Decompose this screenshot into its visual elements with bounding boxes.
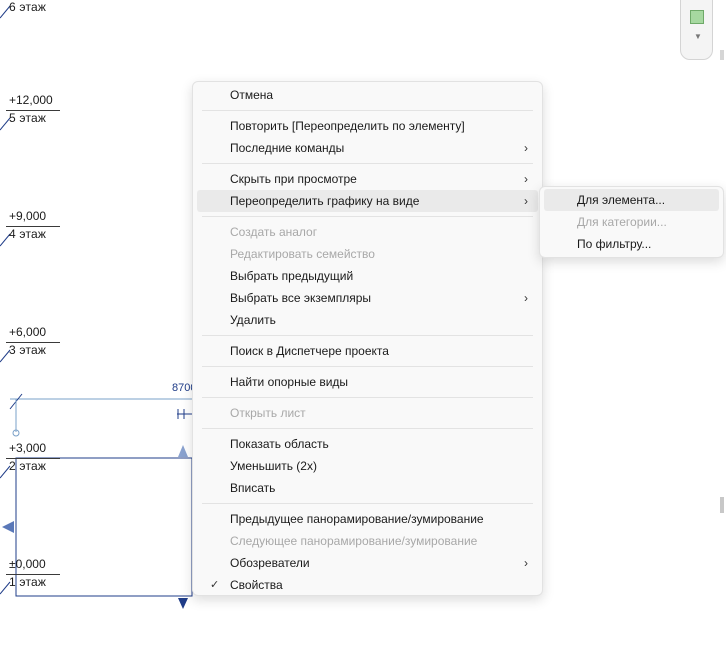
menu-item-label: Повторить [Переопределить по элементу] [230, 119, 465, 133]
menu-separator [202, 335, 533, 336]
menu-item-browsers[interactable]: Обозреватели › [197, 552, 538, 574]
menu-item-label: Выбрать предыдущий [230, 269, 354, 283]
menu-item-label: Удалить [230, 313, 276, 327]
menu-item-select-all-instances[interactable]: Выбрать все экземпляры › [197, 287, 538, 309]
menu-item-label: Редактировать семейство [230, 247, 375, 261]
level-2[interactable]: +3,000 2 этаж [0, 441, 70, 481]
scrollbar-thumb[interactable] [720, 497, 724, 513]
menu-separator [202, 110, 533, 111]
menu-separator [202, 366, 533, 367]
menu-item-next-pan-zoom: Следующее панорамирование/зумирование [197, 530, 538, 552]
menu-item-override-graphics[interactable]: Переопределить графику на виде › [197, 190, 538, 212]
menu-item-recent-commands[interactable]: Последние команды › [197, 137, 538, 159]
menu-item-previous-pan-zoom[interactable]: Предыдущее панорамирование/зумирование [197, 508, 538, 530]
menu-item-label: Выбрать все экземпляры [230, 291, 372, 305]
menu-item-label: Переопределить графику на виде [230, 194, 420, 208]
level-name: 2 этаж [9, 459, 47, 473]
menu-item-cancel[interactable]: Отмена [197, 84, 538, 106]
chevron-right-icon: › [524, 556, 528, 570]
menu-item-label: Уменьшить (2x) [230, 459, 317, 473]
menu-item-label: Создать аналог [230, 225, 318, 239]
menu-item-label: Вписать [230, 481, 276, 495]
level-name: 6 этаж [9, 0, 47, 14]
chevron-right-icon: › [524, 291, 528, 305]
chevron-right-icon: › [524, 141, 528, 155]
override-submenu: Для элемента... Для категории... По филь… [539, 186, 724, 258]
menu-item-delete[interactable]: Удалить [197, 309, 538, 331]
level-elevation: +9,000 [9, 209, 47, 223]
context-menu: Отмена Повторить [Переопределить по элем… [192, 81, 543, 596]
menu-separator [202, 503, 533, 504]
level-name: 5 этаж [9, 111, 47, 125]
menu-separator [202, 397, 533, 398]
menu-item-properties[interactable]: ✓ Свойства [197, 574, 538, 596]
dimension-label: 8700 [172, 382, 192, 394]
level-elevation: +3,000 [9, 441, 47, 455]
checkmark-icon: ✓ [210, 579, 220, 591]
level-6[interactable]: 6 этаж [0, 0, 70, 22]
menu-item-create-similar: Создать аналог [197, 221, 538, 243]
menu-item-label: Для категории... [577, 215, 667, 229]
menu-item-label: Для элемента... [577, 193, 666, 207]
menu-item-repeat[interactable]: Повторить [Переопределить по элементу] [197, 115, 538, 137]
menu-item-select-previous[interactable]: Выбрать предыдущий [197, 265, 538, 287]
menu-item-label: Поиск в Диспетчере проекта [230, 344, 389, 358]
menu-item-label: Скрыть при просмотре [230, 172, 357, 186]
scrollbar-thumb-top[interactable] [720, 50, 724, 60]
menu-item-zoom-out[interactable]: Уменьшить (2x) [197, 455, 538, 477]
menu-item-label: Показать область [230, 437, 329, 451]
menu-item-label: Свойства [230, 578, 283, 592]
menu-item-label: Последние команды [230, 141, 345, 155]
menu-item-find-in-browser[interactable]: Поиск в Диспетчере проекта [197, 340, 538, 362]
submenu-item-by-element[interactable]: Для элемента... [544, 189, 719, 211]
menu-item-hide-in-view[interactable]: Скрыть при просмотре › [197, 168, 538, 190]
steering-wheel-icon[interactable] [690, 10, 704, 24]
chevron-right-icon: › [524, 194, 528, 208]
menu-item-open-sheet: Открыть лист [197, 402, 538, 424]
level-name: 4 этаж [9, 227, 47, 241]
menu-item-find-referring-views[interactable]: Найти опорные виды [197, 371, 538, 393]
menu-item-zoom-fit[interactable]: Вписать [197, 477, 538, 499]
menu-item-label: Отмена [230, 88, 274, 102]
level-elevation: +12,000 [9, 93, 53, 107]
menu-separator [202, 428, 533, 429]
level-1[interactable]: ±0,000 1 этаж [0, 557, 70, 597]
level-4[interactable]: +9,000 4 этаж [0, 209, 70, 249]
level-3[interactable]: +6,000 3 этаж [0, 325, 70, 365]
menu-item-label: Обозреватели [230, 556, 310, 570]
menu-separator [202, 163, 533, 164]
chevron-down-icon[interactable]: ▼ [694, 32, 702, 41]
submenu-item-by-category: Для категории... [544, 211, 719, 233]
level-elevation: +6,000 [9, 325, 47, 339]
menu-item-label: Следующее панорамирование/зумирование [230, 534, 478, 548]
chevron-right-icon: › [524, 172, 528, 186]
navigation-bar[interactable]: ▼ [680, 0, 713, 60]
level-name: 3 этаж [9, 343, 47, 357]
level-name: 1 этаж [9, 575, 47, 589]
menu-item-zoom-region[interactable]: Показать область [197, 433, 538, 455]
menu-item-label: Предыдущее панорамирование/зумирование [230, 512, 484, 526]
level-5[interactable]: +12,000 5 этаж [0, 93, 70, 133]
level-elevation: ±0,000 [9, 557, 46, 571]
menu-item-label: Открыть лист [230, 406, 306, 420]
menu-item-edit-family: Редактировать семейство [197, 243, 538, 265]
menu-item-label: Найти опорные виды [230, 375, 349, 389]
menu-item-label: По фильтру... [577, 237, 652, 251]
menu-separator [202, 216, 533, 217]
submenu-item-by-filter[interactable]: По фильтру... [544, 233, 719, 255]
